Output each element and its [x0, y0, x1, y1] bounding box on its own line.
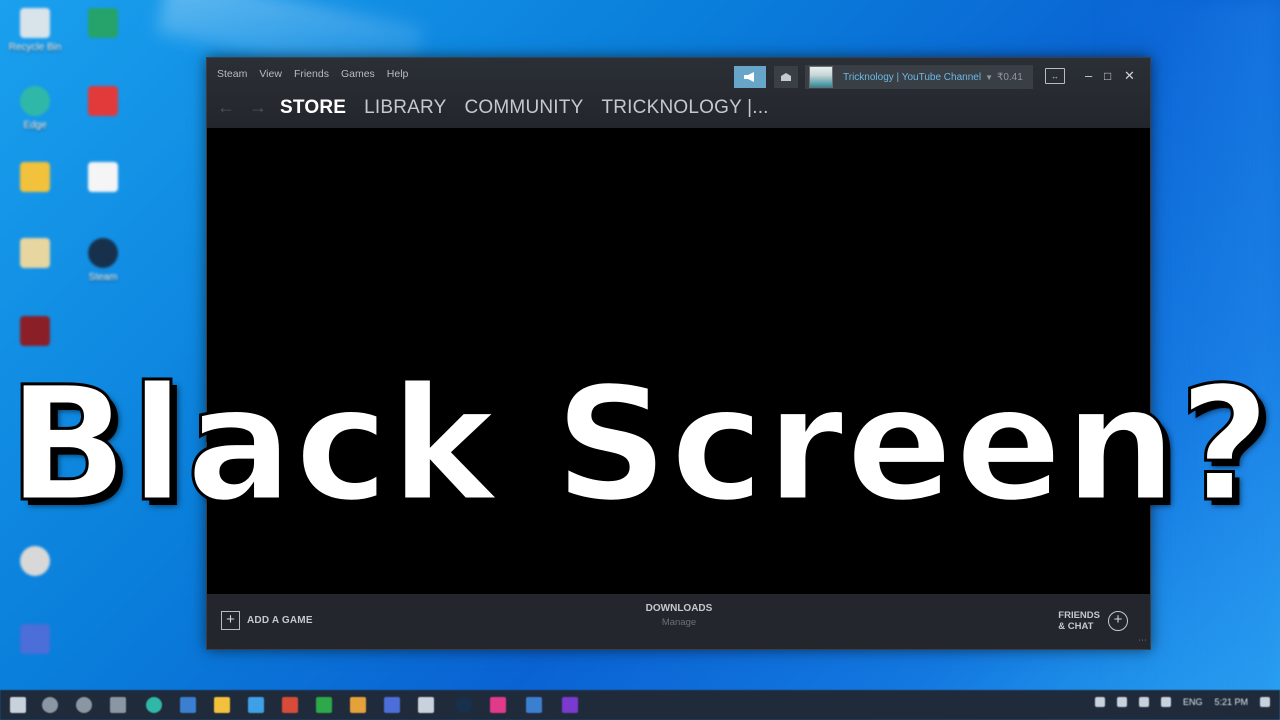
menu-help[interactable]: Help [387, 68, 409, 80]
menu-bar: Steam View Friends Games Help [217, 68, 408, 80]
network-icon[interactable] [1138, 697, 1149, 707]
folder-icon[interactable] [0, 162, 70, 192]
language-indicator[interactable]: ENG [1183, 697, 1203, 707]
desktop-shortcut-icon[interactable] [68, 8, 138, 38]
menu-steam[interactable]: Steam [217, 68, 247, 80]
downloads-button[interactable]: DOWNLOADS Manage [627, 603, 731, 628]
wallet-balance: ₹0.41 [996, 71, 1023, 83]
close-icon[interactable]: ✕ [1124, 66, 1135, 86]
start-icon[interactable] [10, 697, 26, 713]
document-icon[interactable] [0, 238, 70, 268]
steam-icon[interactable]: Steam [68, 238, 138, 283]
main-nav: STORE LIBRARY COMMUNITY TRICKNOLOGY |... [280, 96, 769, 120]
downloads-manage-label: Manage [661, 617, 697, 628]
maximize-icon[interactable]: □ [1104, 66, 1111, 86]
steam-window: Steam View Friends Games Help ← → STORE … [206, 57, 1151, 650]
add-game-label: ADD A GAME [247, 615, 313, 626]
nav-arrows: ← → [217, 96, 267, 118]
envelope-icon [781, 73, 791, 81]
music-icon[interactable] [0, 546, 70, 576]
minimize-icon[interactable]: – [1085, 66, 1092, 86]
big-picture-icon: ↔ [1051, 71, 1059, 81]
app-icon[interactable] [350, 697, 366, 713]
search-icon[interactable] [42, 697, 58, 713]
megaphone-icon [744, 72, 754, 82]
app-icon[interactable] [562, 697, 578, 713]
big-picture-button[interactable]: ↔ [1045, 68, 1065, 84]
nav-library[interactable]: LIBRARY [364, 96, 446, 120]
document-icon[interactable] [68, 162, 138, 192]
app-icon[interactable] [282, 697, 298, 713]
account-menu[interactable]: Tricknology | YouTube Channel ▼ ₹0.41 [805, 65, 1033, 89]
recycle-bin-icon[interactable]: Recycle Bin [0, 8, 70, 53]
plus-icon: + [221, 611, 240, 630]
steam-taskbar-icon[interactable] [456, 697, 472, 713]
friends-label: FRIENDS & CHAT [1058, 610, 1100, 632]
app-icon[interactable] [316, 697, 332, 713]
add-game-button[interactable]: + ADD A GAME [221, 611, 313, 630]
forward-arrow-icon[interactable]: → [249, 96, 267, 118]
bottom-bar: + ADD A GAME DOWNLOADS Manage FRIENDS & … [207, 594, 1150, 649]
taskbar: ENG 5:21 PM [0, 690, 1280, 720]
menu-view[interactable]: View [259, 68, 282, 80]
system-tray: ENG 5:21 PM [1094, 697, 1270, 707]
nav-store[interactable]: STORE [280, 96, 346, 120]
app-icon[interactable] [490, 697, 506, 713]
chevron-down-icon: ▼ [985, 72, 993, 82]
nav-profile[interactable]: TRICKNOLOGY |... [601, 96, 768, 120]
resize-grip-icon[interactable]: ⋯ [1138, 635, 1147, 646]
downloads-label: DOWNLOADS [645, 603, 713, 614]
app-icon[interactable] [384, 697, 400, 713]
edge-icon[interactable]: Edge [0, 86, 70, 131]
friends-label-line1: FRIENDS [1058, 610, 1100, 621]
announcements-button[interactable] [734, 66, 766, 88]
app-icon[interactable] [526, 697, 542, 713]
clock[interactable]: 5:21 PM [1214, 697, 1248, 707]
nav-community[interactable]: COMMUNITY [464, 96, 583, 120]
edge-icon[interactable] [146, 697, 162, 713]
back-arrow-icon[interactable]: ← [217, 96, 235, 118]
app-icon[interactable] [180, 697, 196, 713]
add-friend-icon: + [1108, 611, 1128, 631]
folder-icon[interactable] [214, 697, 230, 713]
menu-friends[interactable]: Friends [294, 68, 329, 80]
friends-label-line2: & CHAT [1058, 621, 1094, 632]
store-content-blank [207, 128, 1150, 594]
app-icon[interactable] [248, 697, 264, 713]
task-view-icon[interactable] [76, 697, 92, 713]
notifications-icon[interactable] [1260, 697, 1270, 707]
avatar [809, 66, 833, 88]
game-icon[interactable] [0, 316, 70, 346]
desktop-icons: Recycle Bin Edge Steam [0, 0, 150, 690]
app-icon[interactable] [418, 697, 434, 713]
microphone-icon[interactable] [1116, 697, 1127, 707]
menu-games[interactable]: Games [341, 68, 375, 80]
video-icon[interactable] [68, 86, 138, 116]
notifications-button[interactable] [774, 66, 798, 88]
store-icon[interactable] [0, 624, 70, 654]
chevron-up-icon[interactable] [1094, 697, 1105, 707]
steam-titlebar: Steam View Friends Games Help ← → STORE … [207, 58, 1150, 128]
widgets-icon[interactable] [110, 697, 126, 713]
volume-icon[interactable] [1160, 697, 1171, 707]
account-name: Tricknology | YouTube Channel [843, 71, 982, 83]
friends-chat-button[interactable]: FRIENDS & CHAT + [1058, 610, 1128, 632]
